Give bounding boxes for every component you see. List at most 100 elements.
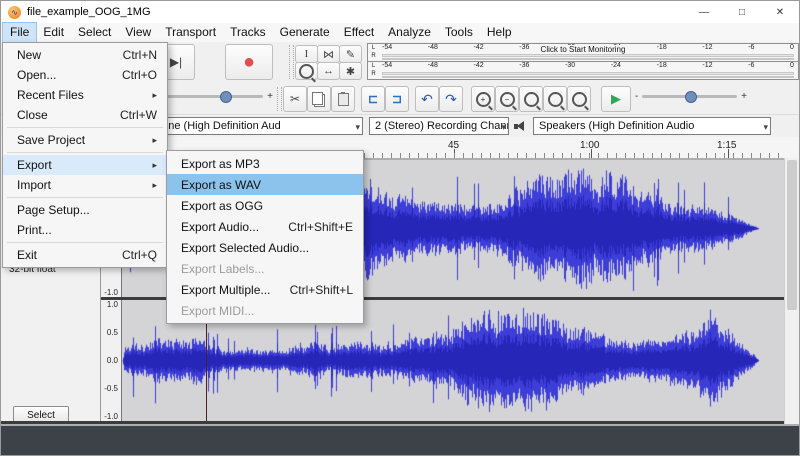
draw-tool-icon: ✎: [345, 48, 356, 61]
timeline-label: 1:00: [580, 140, 600, 151]
recording-meter-channel-labels: LR: [371, 45, 376, 59]
file-menu-item-exit[interactable]: Exit Ctrl+Q: [3, 245, 167, 265]
undo-icon: ↶: [421, 90, 433, 107]
selection-tool-icon: I: [304, 48, 309, 60]
menu-separator: [7, 127, 163, 128]
redo-button[interactable]: ↷: [439, 86, 463, 112]
paste-button[interactable]: [331, 86, 355, 112]
submenu-arrow-icon: ▸: [152, 159, 157, 170]
undo-button[interactable]: ↶: [415, 86, 439, 112]
menubar-item-select[interactable]: Select: [71, 23, 118, 42]
submenu-arrow-icon: ▸: [152, 134, 157, 145]
record-icon: ●: [242, 51, 256, 73]
speaker-icon: [514, 121, 528, 132]
export-menu-item-multiple[interactable]: Export Multiple... Ctrl+Shift+L: [167, 279, 363, 300]
zoom-out-button[interactable]: −: [495, 86, 519, 112]
silence-audio-button[interactable]: ⊐: [385, 86, 409, 112]
file-menu: New Ctrl+N Open... Ctrl+O Recent Files ▸ Cl…: [2, 42, 168, 268]
export-menu-item-midi: Export MIDI...: [181, 303, 255, 318]
zoom-tool-button[interactable]: [295, 62, 318, 80]
copy-icon: [311, 91, 323, 105]
toolbar-grip[interactable]: [289, 45, 294, 79]
record-button[interactable]: ●: [225, 44, 273, 80]
dropdown-arrow-icon: ▾: [501, 122, 506, 132]
play-at-speed-button[interactable]: ▶: [601, 86, 631, 112]
multi-tool-button[interactable]: ✱: [339, 62, 362, 80]
speed-slider-thumb[interactable]: [685, 91, 697, 103]
scrollbar-thumb[interactable]: [787, 160, 797, 310]
export-submenu: Export as MP3 Export as WAV Export as OG…: [166, 150, 364, 324]
menubar-item-file[interactable]: File: [1, 22, 38, 43]
slider-track[interactable]: [160, 91, 264, 103]
speed-slider-track[interactable]: [642, 91, 738, 103]
file-menu-item-print[interactable]: Print...: [3, 220, 167, 240]
file-menu-item-new[interactable]: New Ctrl+N: [3, 45, 167, 65]
speed-minus-label: -: [635, 91, 639, 102]
play-speed-slider[interactable]: - +: [635, 91, 747, 103]
draw-tool-button[interactable]: ✎: [339, 45, 362, 63]
cut-icon: ✂: [289, 92, 301, 106]
fit-selection-button[interactable]: [519, 86, 543, 112]
file-menu-item-export[interactable]: Export ▸: [3, 155, 167, 175]
menubar-item-generate[interactable]: Generate: [273, 23, 337, 42]
zoom-tool-icon: [299, 63, 314, 79]
slider-thumb[interactable]: [219, 91, 232, 103]
speed-plus-label: +: [741, 91, 747, 102]
silence-audio-icon: ⊐: [391, 92, 403, 106]
file-menu-item-close[interactable]: Close Ctrl+W: [3, 105, 167, 125]
fit-project-button[interactable]: [543, 86, 567, 112]
maximize-button[interactable]: □: [723, 1, 761, 23]
envelope-tool-button[interactable]: ⋈: [317, 45, 340, 63]
zoom-toggle-button[interactable]: [567, 86, 591, 112]
selection-tool-button[interactable]: I: [295, 45, 318, 63]
envelope-tool-icon: ⋈: [323, 48, 334, 61]
menubar-item-tracks[interactable]: Tracks: [223, 23, 273, 42]
zoom-in-icon: +: [475, 91, 491, 107]
timeline-label: 1:15: [717, 140, 737, 151]
export-menu-item-wav[interactable]: Export as WAV: [167, 174, 363, 195]
play-at-speed-icon: ▶: [611, 91, 621, 106]
export-menu-item-audio[interactable]: Export Audio... Ctrl+Shift+E: [167, 216, 363, 237]
title-bar: ∿ file_example_OOG_1MG — □ ✕: [1, 1, 799, 24]
export-menu-item-labels: Export Labels...: [181, 261, 265, 276]
minimize-button[interactable]: —: [685, 1, 723, 23]
timeshift-tool-button[interactable]: ↔: [317, 62, 340, 80]
audacity-logo-icon: ∿: [8, 5, 21, 19]
menubar-item-help[interactable]: Help: [480, 23, 519, 42]
menu-separator: [7, 242, 163, 243]
file-menu-item-recent-files[interactable]: Recent Files ▸: [3, 85, 167, 105]
vertical-scrollbar[interactable]: [784, 158, 799, 424]
recording-meter-bars: [382, 54, 794, 60]
mixer-volume-slider[interactable]: - +: [153, 91, 273, 103]
export-menu-item-ogg[interactable]: Export as OGG: [167, 195, 363, 216]
copy-button[interactable]: [307, 86, 331, 112]
menubar-item-transport[interactable]: Transport: [158, 23, 223, 42]
close-button[interactable]: ✕: [761, 1, 799, 23]
playback-meter-scale: -54 -48 -42 -36 -30 -24 -18 -12 -6 0: [382, 62, 794, 69]
playback-meter[interactable]: LR -54 -48 -42 -36 -30 -24 -18 -12 -6 0: [367, 61, 799, 80]
file-menu-item-import[interactable]: Import ▸: [3, 175, 167, 195]
file-menu-item-page-setup[interactable]: Page Setup...: [3, 200, 167, 220]
playback-meter-bars: [382, 72, 794, 78]
export-menu-item-mp3[interactable]: Export as MP3: [167, 153, 363, 174]
file-menu-item-save-project[interactable]: Save Project ▸: [3, 130, 167, 150]
track-bottom-border: [1, 421, 784, 424]
toolbar-grip[interactable]: [277, 87, 282, 111]
redo-icon: ↷: [445, 90, 457, 107]
cut-button[interactable]: ✂: [283, 86, 307, 112]
trim-audio-icon: ⊏: [367, 92, 379, 106]
monitoring-message[interactable]: Click to Start Monitoring: [534, 45, 632, 54]
recording-meter[interactable]: LR -54-48-42-36-30-24-18-12-60 Click to …: [367, 43, 799, 62]
menubar-item-effect[interactable]: Effect: [337, 23, 381, 42]
playback-device-select[interactable]: Speakers (High Definition Audio ▾: [533, 117, 771, 135]
recording-channels-select[interactable]: 2 (Stereo) Recording Chann ▾: [369, 117, 509, 135]
menubar-item-view[interactable]: View: [118, 23, 158, 42]
trim-audio-button[interactable]: ⊏: [361, 86, 385, 112]
menubar-item-edit[interactable]: Edit: [36, 23, 71, 42]
menubar-item-analyze[interactable]: Analyze: [381, 23, 438, 42]
menubar-item-tools[interactable]: Tools: [438, 23, 480, 42]
export-menu-item-selected-audio[interactable]: Export Selected Audio...: [167, 237, 363, 258]
zoom-in-button[interactable]: +: [471, 86, 495, 112]
fit-project-icon: [547, 91, 563, 107]
file-menu-item-open[interactable]: Open... Ctrl+O: [3, 65, 167, 85]
